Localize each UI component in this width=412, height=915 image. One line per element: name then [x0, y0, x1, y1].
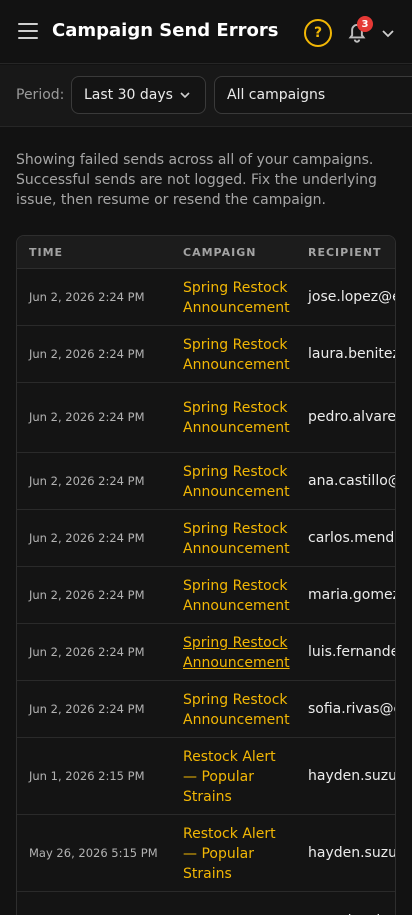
campaign-link-line: Restock Alert [183, 749, 276, 765]
period-select-value: Last 30 days [84, 87, 173, 103]
cell-recipient: maria.gomez [308, 587, 396, 603]
column-header-time: TIME [29, 246, 64, 259]
hamburger-menu-icon[interactable] [18, 23, 38, 41]
cell-recipient: luis.fernande [308, 644, 396, 660]
cell-time: Jun 2, 2026 2:24 PM [29, 290, 145, 304]
cell-time: Jun 2, 2026 2:24 PM [29, 347, 145, 361]
campaign-link-line: — Popular [183, 769, 254, 785]
campaign-link-line: Spring Restock [183, 635, 288, 651]
cell-recipient: sofia.rivas@e [308, 701, 396, 717]
campaign-select[interactable]: All campaigns [214, 76, 412, 114]
campaign-link[interactable]: Spring Restock Announcement [183, 633, 301, 673]
campaign-link-line: Spring Restock [183, 578, 288, 594]
cell-recipient: ana.castillo@ [308, 473, 396, 489]
cell-time: May 26, 2026 5:15 PM [29, 846, 158, 860]
chevron-down-icon[interactable] [380, 25, 396, 41]
table-row[interactable]: Jun 2, 2026 2:24 PM Spring Restock Announc… [17, 453, 395, 510]
campaign-link-line: Announcement [183, 484, 290, 500]
campaign-link[interactable]: Spring Restock Announcement [183, 519, 301, 559]
cell-recipient: laura.benitez [308, 346, 396, 362]
campaign-link-line: Announcement [183, 712, 290, 728]
campaign-link-line: Spring Restock [183, 521, 288, 537]
cell-recipient: pedro.alvarez [308, 409, 396, 425]
campaign-link-line: Announcement [183, 655, 290, 671]
table-row[interactable]: Jun 2, 2026 2:24 PM Spring Restock Announc… [17, 567, 395, 624]
cell-time: Jun 2, 2026 2:24 PM [29, 410, 145, 424]
cell-time: Jun 2, 2026 2:24 PM [29, 531, 145, 545]
cell-recipient: hayden.suzuk [308, 768, 396, 784]
cell-time: Jun 2, 2026 2:24 PM [29, 645, 145, 659]
campaign-link-line: Spring Restock [183, 280, 288, 296]
campaign-link[interactable]: Restock Alert — Popular Strains [183, 747, 301, 807]
table-row[interactable]: Jun 2, 2026 2:24 PM Spring Restock Announc… [17, 624, 395, 681]
table-row[interactable]: Jun 2, 2026 2:24 PM Spring Restock Announc… [17, 510, 395, 567]
table-row[interactable]: Jun 2, 2026 2:24 PM Spring Restock Announc… [17, 326, 395, 383]
campaign-link-line: Strains [183, 866, 232, 882]
campaign-link-line: Announcement [183, 357, 290, 373]
table-row[interactable]: Weekend Droptaus.density [17, 892, 395, 915]
chevron-down-icon [180, 92, 190, 99]
cell-recipient: carlos.mendo [308, 530, 396, 546]
campaign-link[interactable]: Spring Restock Announcement [183, 398, 301, 438]
campaign-link-line: Restock Alert [183, 826, 276, 842]
table-row[interactable]: May 26, 2026 5:15 PM Restock Alert — Popul… [17, 815, 395, 892]
campaign-link-line: Spring Restock [183, 337, 288, 353]
table-row[interactable]: Jun 2, 2026 2:24 PM Spring Restock Announc… [17, 383, 395, 453]
filter-bar: Period: Last 30 days All campaigns [0, 65, 412, 127]
campaign-link[interactable]: Spring Restock Announcement [183, 576, 301, 616]
campaign-link-line: Spring Restock [183, 400, 288, 416]
period-label: Period: [16, 87, 65, 103]
campaign-link[interactable]: Spring Restock Announcement [183, 462, 301, 502]
period-select[interactable]: Last 30 days [71, 76, 206, 114]
cell-recipient: jose.lopez@ex [308, 289, 395, 305]
column-header-campaign: CAMPAIGN [183, 246, 257, 259]
notification-badge: 3 [357, 16, 373, 32]
column-header-recipient: RECIPIENT [308, 246, 382, 259]
campaign-link-line: Strains [183, 789, 232, 805]
campaign-link[interactable]: Restock Alert — Popular Strains [183, 824, 301, 884]
campaign-link[interactable]: Spring Restock Announcement [183, 278, 301, 318]
campaign-link-line: Announcement [183, 541, 290, 557]
cell-time: Jun 2, 2026 2:24 PM [29, 702, 145, 716]
errors-table: TIME CAMPAIGN RECIPIENT Jun 2, 2026 2:24… [16, 235, 396, 915]
campaign-link-line: — Popular [183, 846, 254, 862]
cell-time: Jun 2, 2026 2:24 PM [29, 474, 145, 488]
campaign-select-value: All campaigns [227, 87, 326, 103]
cell-recipient: hayden.suzuk [308, 845, 396, 861]
campaign-link-line: Spring Restock [183, 692, 288, 708]
table-header: TIME CAMPAIGN RECIPIENT [17, 236, 395, 269]
table-row[interactable]: Jun 2, 2026 2:24 PM Spring Restock Announc… [17, 269, 395, 326]
campaign-link-line: Announcement [183, 598, 290, 614]
campaign-link-line: Spring Restock [183, 464, 288, 480]
table-row[interactable]: Jun 1, 2026 2:15 PM Restock Alert — Popula… [17, 738, 395, 815]
campaign-link[interactable]: Spring Restock Announcement [183, 335, 301, 375]
table-row[interactable]: Jun 2, 2026 2:24 PM Spring Restock Announc… [17, 681, 395, 738]
cell-time: Jun 1, 2026 2:15 PM [29, 769, 145, 783]
cell-time: Jun 2, 2026 2:24 PM [29, 588, 145, 602]
page-title: Campaign Send Errors [52, 20, 279, 41]
info-text: Showing failed sends across all of your … [16, 152, 377, 208]
campaign-link[interactable]: Spring Restock Announcement [183, 690, 301, 730]
app-header: Campaign Send Errors ? 3 [0, 0, 412, 64]
campaign-link-line: Announcement [183, 300, 290, 316]
question-circle-icon[interactable]: ? [304, 19, 332, 47]
campaign-link-line: Announcement [183, 420, 290, 436]
